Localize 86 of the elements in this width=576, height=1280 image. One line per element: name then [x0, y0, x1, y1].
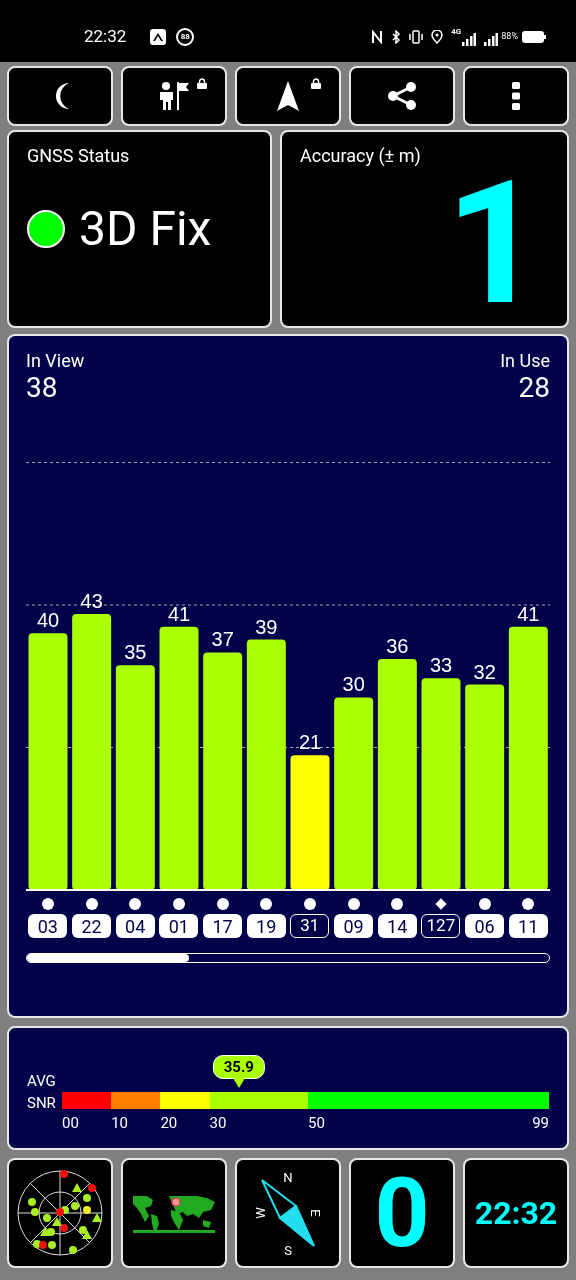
circle-marker-icon [260, 898, 273, 910]
circle-marker-icon [478, 898, 491, 910]
person-flag-icon [158, 80, 190, 112]
toolbar-button[interactable] [349, 66, 455, 126]
in-view-label: In View [26, 350, 85, 372]
compass-direction-label: S [284, 1241, 292, 1260]
circle-marker-icon [391, 898, 404, 910]
bar-value: 40 [36, 609, 60, 632]
signal-icon [484, 32, 499, 46]
satellite-id-badge: 04 [115, 914, 155, 938]
accuracy-value: 1 [445, 169, 543, 319]
bar-value: 21 [298, 731, 322, 754]
navigation-arrow-icon [276, 80, 300, 112]
battery-icon [522, 31, 546, 43]
bar-value: 33 [429, 654, 453, 677]
avg-label: AVG [27, 1071, 56, 1092]
nfc-icon [371, 30, 384, 44]
circle-marker-icon [347, 898, 360, 910]
scale-tick-label: 99 [532, 1113, 549, 1134]
satellite-id-badge: 06 [465, 914, 505, 938]
in-view-count: 38 [26, 372, 59, 404]
circle-marker-icon [41, 898, 54, 910]
location-icon [431, 30, 444, 44]
toolbar-button[interactable] [121, 66, 227, 126]
satellite-id-badge: 22 [72, 914, 111, 938]
compass-direction-label: W [252, 1207, 269, 1219]
satellite-id-badge: 127 [421, 914, 461, 938]
panel-title: Accuracy (± m) [300, 144, 422, 168]
clock-tile[interactable]: 22:32 [463, 1158, 569, 1268]
satellite-id-badge: 14 [377, 914, 417, 938]
marker-pointer-icon [232, 1078, 245, 1088]
bar-value: 36 [386, 634, 409, 657]
bluetooth-icon [391, 30, 402, 44]
compass-direction-label: E [307, 1209, 325, 1217]
toolbar-button[interactable] [463, 66, 569, 126]
snr-label: SNR [27, 1093, 56, 1114]
toolbar-button[interactable] [7, 66, 113, 126]
bar-value: 30 [342, 673, 365, 696]
satellite-id-badge: 17 [203, 914, 242, 938]
in-use-count: 28 [518, 372, 550, 404]
satellite-id-badge: 31 [290, 914, 330, 938]
scale-tick-label: 50 [307, 1113, 325, 1134]
scale-tick-label: 10 [111, 1113, 129, 1134]
speed-value: 0 [374, 1165, 430, 1261]
circle-marker-icon [85, 898, 98, 910]
bar-value: 41 [167, 602, 191, 625]
battery-percentage: 88% [501, 30, 518, 44]
circle-marker-icon [129, 898, 142, 910]
in-use-label: In Use [500, 350, 550, 372]
satellite-id-badge: 01 [159, 914, 199, 938]
vibrate-icon [409, 30, 424, 44]
panel-title: GNSS Status [27, 144, 131, 168]
bar-value: 32 [473, 660, 496, 683]
circle-marker-icon [216, 898, 229, 910]
share-icon [387, 81, 417, 111]
average-value-marker: 35.9 [212, 1055, 265, 1079]
scale-tick-label: 20 [160, 1113, 178, 1134]
satellite-id-badge: 09 [334, 914, 374, 938]
bar-value: 37 [211, 628, 234, 651]
bar-value: 39 [255, 615, 278, 638]
bar-value: 41 [517, 602, 540, 625]
scale-tick-label: 00 [62, 1113, 79, 1134]
world-map-tile[interactable] [121, 1158, 227, 1268]
speed-tile[interactable]: 0 [349, 1158, 455, 1268]
bar-value: 35 [124, 641, 147, 664]
fix-status: 3D Fix [79, 205, 212, 253]
satellite-id-badge: 03 [28, 914, 68, 938]
circle-marker-icon [172, 898, 185, 910]
satellite-id-badge: 11 [508, 914, 548, 938]
toolbar-button[interactable] [235, 66, 341, 126]
sky-plot-tile[interactable] [7, 1158, 113, 1268]
scale-tick-label: 30 [209, 1113, 227, 1134]
diamond-marker-icon [435, 898, 447, 910]
signal-icon [462, 32, 477, 46]
app-icon [150, 29, 167, 45]
compass-tile[interactable]: N E S W [235, 1158, 341, 1268]
compass-direction-label: N [283, 1169, 293, 1187]
circle-marker-icon [522, 898, 535, 910]
network-type: 4G [451, 26, 462, 38]
bar-value: 43 [80, 589, 103, 612]
satellite-id-badge: 19 [246, 914, 286, 938]
notification-count-badge: 88 [176, 28, 195, 46]
more-options-icon [512, 82, 520, 110]
clock-time: 22:32 [474, 1193, 558, 1234]
status-time: 22:32 [84, 25, 127, 49]
circle-marker-icon [303, 898, 316, 910]
